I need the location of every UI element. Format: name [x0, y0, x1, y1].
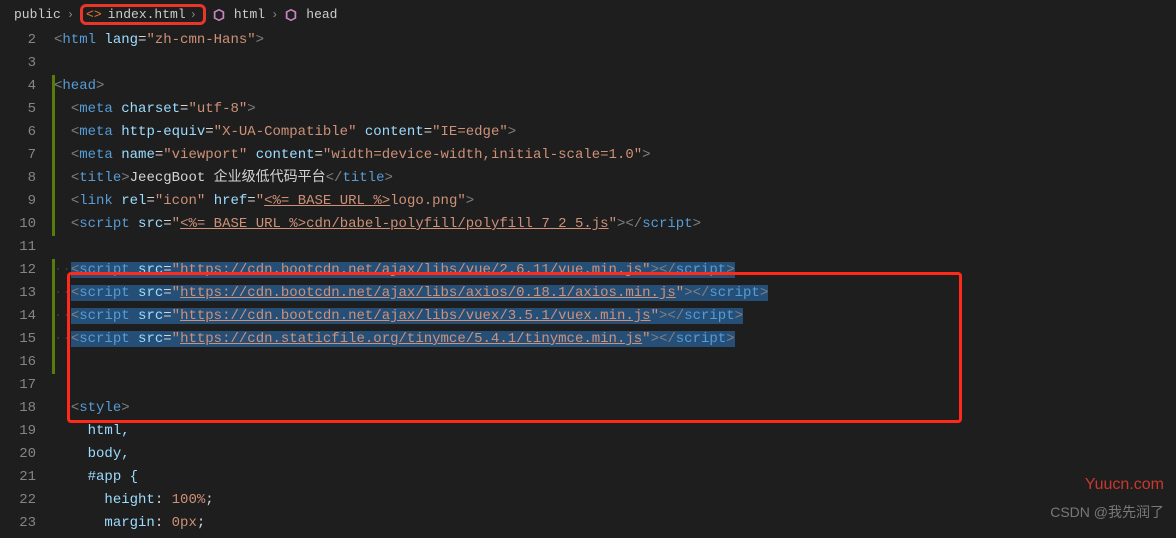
line-number: 5: [0, 98, 36, 121]
breadcrumb-item[interactable]: head: [306, 7, 337, 22]
code-line: html,: [54, 420, 1176, 443]
code-line: ··<script src="https://cdn.bootcdn.net/a…: [54, 282, 1176, 305]
chevron-right-icon: ›: [190, 8, 197, 22]
code-line: [54, 52, 1176, 75]
line-number: 7: [0, 144, 36, 167]
breadcrumb: public › <> index.html › html › head: [0, 0, 1176, 29]
line-number: 17: [0, 374, 36, 397]
line-number: 6: [0, 121, 36, 144]
code-line: <html lang="zh-cmn-Hans">: [54, 29, 1176, 52]
code-line: body,: [54, 443, 1176, 466]
line-number: 12: [0, 259, 36, 282]
watermark: Yuucn.com: [1085, 476, 1164, 494]
code-line: [54, 374, 1176, 397]
code-editor[interactable]: 234567891011121314151617181920212223 <ht…: [0, 29, 1176, 535]
line-number: 19: [0, 420, 36, 443]
cube-icon: [212, 8, 226, 22]
code-line: <meta name="viewport" content="width=dev…: [54, 144, 1176, 167]
line-number: 15: [0, 328, 36, 351]
code-line: <head>: [54, 75, 1176, 98]
code-line: [54, 236, 1176, 259]
line-number: 14: [0, 305, 36, 328]
code-line: <script src="<%= BASE_URL %>cdn/babel-po…: [54, 213, 1176, 236]
breadcrumb-item[interactable]: public: [14, 7, 61, 22]
code-line: #app {: [54, 466, 1176, 489]
cube-icon: [284, 8, 298, 22]
line-gutter: 234567891011121314151617181920212223: [0, 29, 54, 535]
breadcrumb-item[interactable]: html: [234, 7, 265, 22]
line-number: 8: [0, 167, 36, 190]
line-number: 9: [0, 190, 36, 213]
line-number: 22: [0, 489, 36, 512]
line-number: 4: [0, 75, 36, 98]
code-line: <style>: [54, 397, 1176, 420]
line-number: 11: [0, 236, 36, 259]
code-line: margin: 0px;: [54, 512, 1176, 535]
code-line: ··<script src="https://cdn.staticfile.or…: [54, 328, 1176, 351]
line-number: 23: [0, 512, 36, 535]
chevron-right-icon: ›: [67, 8, 74, 22]
breadcrumb-highlight: <> index.html ›: [80, 4, 206, 25]
line-number: 21: [0, 466, 36, 489]
code-line: height: 100%;: [54, 489, 1176, 512]
code-line: <title>JeecgBoot 企业级低代码平台</title>: [54, 167, 1176, 190]
code-line: ··<script src="https://cdn.bootcdn.net/a…: [54, 305, 1176, 328]
breadcrumb-item[interactable]: index.html: [108, 7, 186, 22]
code-area[interactable]: <html lang="zh-cmn-Hans"> <head> <meta ch…: [54, 29, 1176, 535]
line-number: 13: [0, 282, 36, 305]
line-number: 20: [0, 443, 36, 466]
line-number: 16: [0, 351, 36, 374]
chevron-right-icon: ›: [271, 8, 278, 22]
line-number: 18: [0, 397, 36, 420]
line-number: 3: [0, 52, 36, 75]
code-line: <meta charset="utf-8">: [54, 98, 1176, 121]
line-number: 2: [0, 29, 36, 52]
code-line: <link rel="icon" href="<%= BASE_URL %>lo…: [54, 190, 1176, 213]
html-file-icon: <>: [86, 7, 102, 22]
code-line: [54, 351, 1176, 374]
code-line: <meta http-equiv="X-UA-Compatible" conte…: [54, 121, 1176, 144]
line-number: 10: [0, 213, 36, 236]
watermark: CSDN @我先润了: [1050, 502, 1164, 522]
code-line: ··<script src="https://cdn.bootcdn.net/a…: [54, 259, 1176, 282]
